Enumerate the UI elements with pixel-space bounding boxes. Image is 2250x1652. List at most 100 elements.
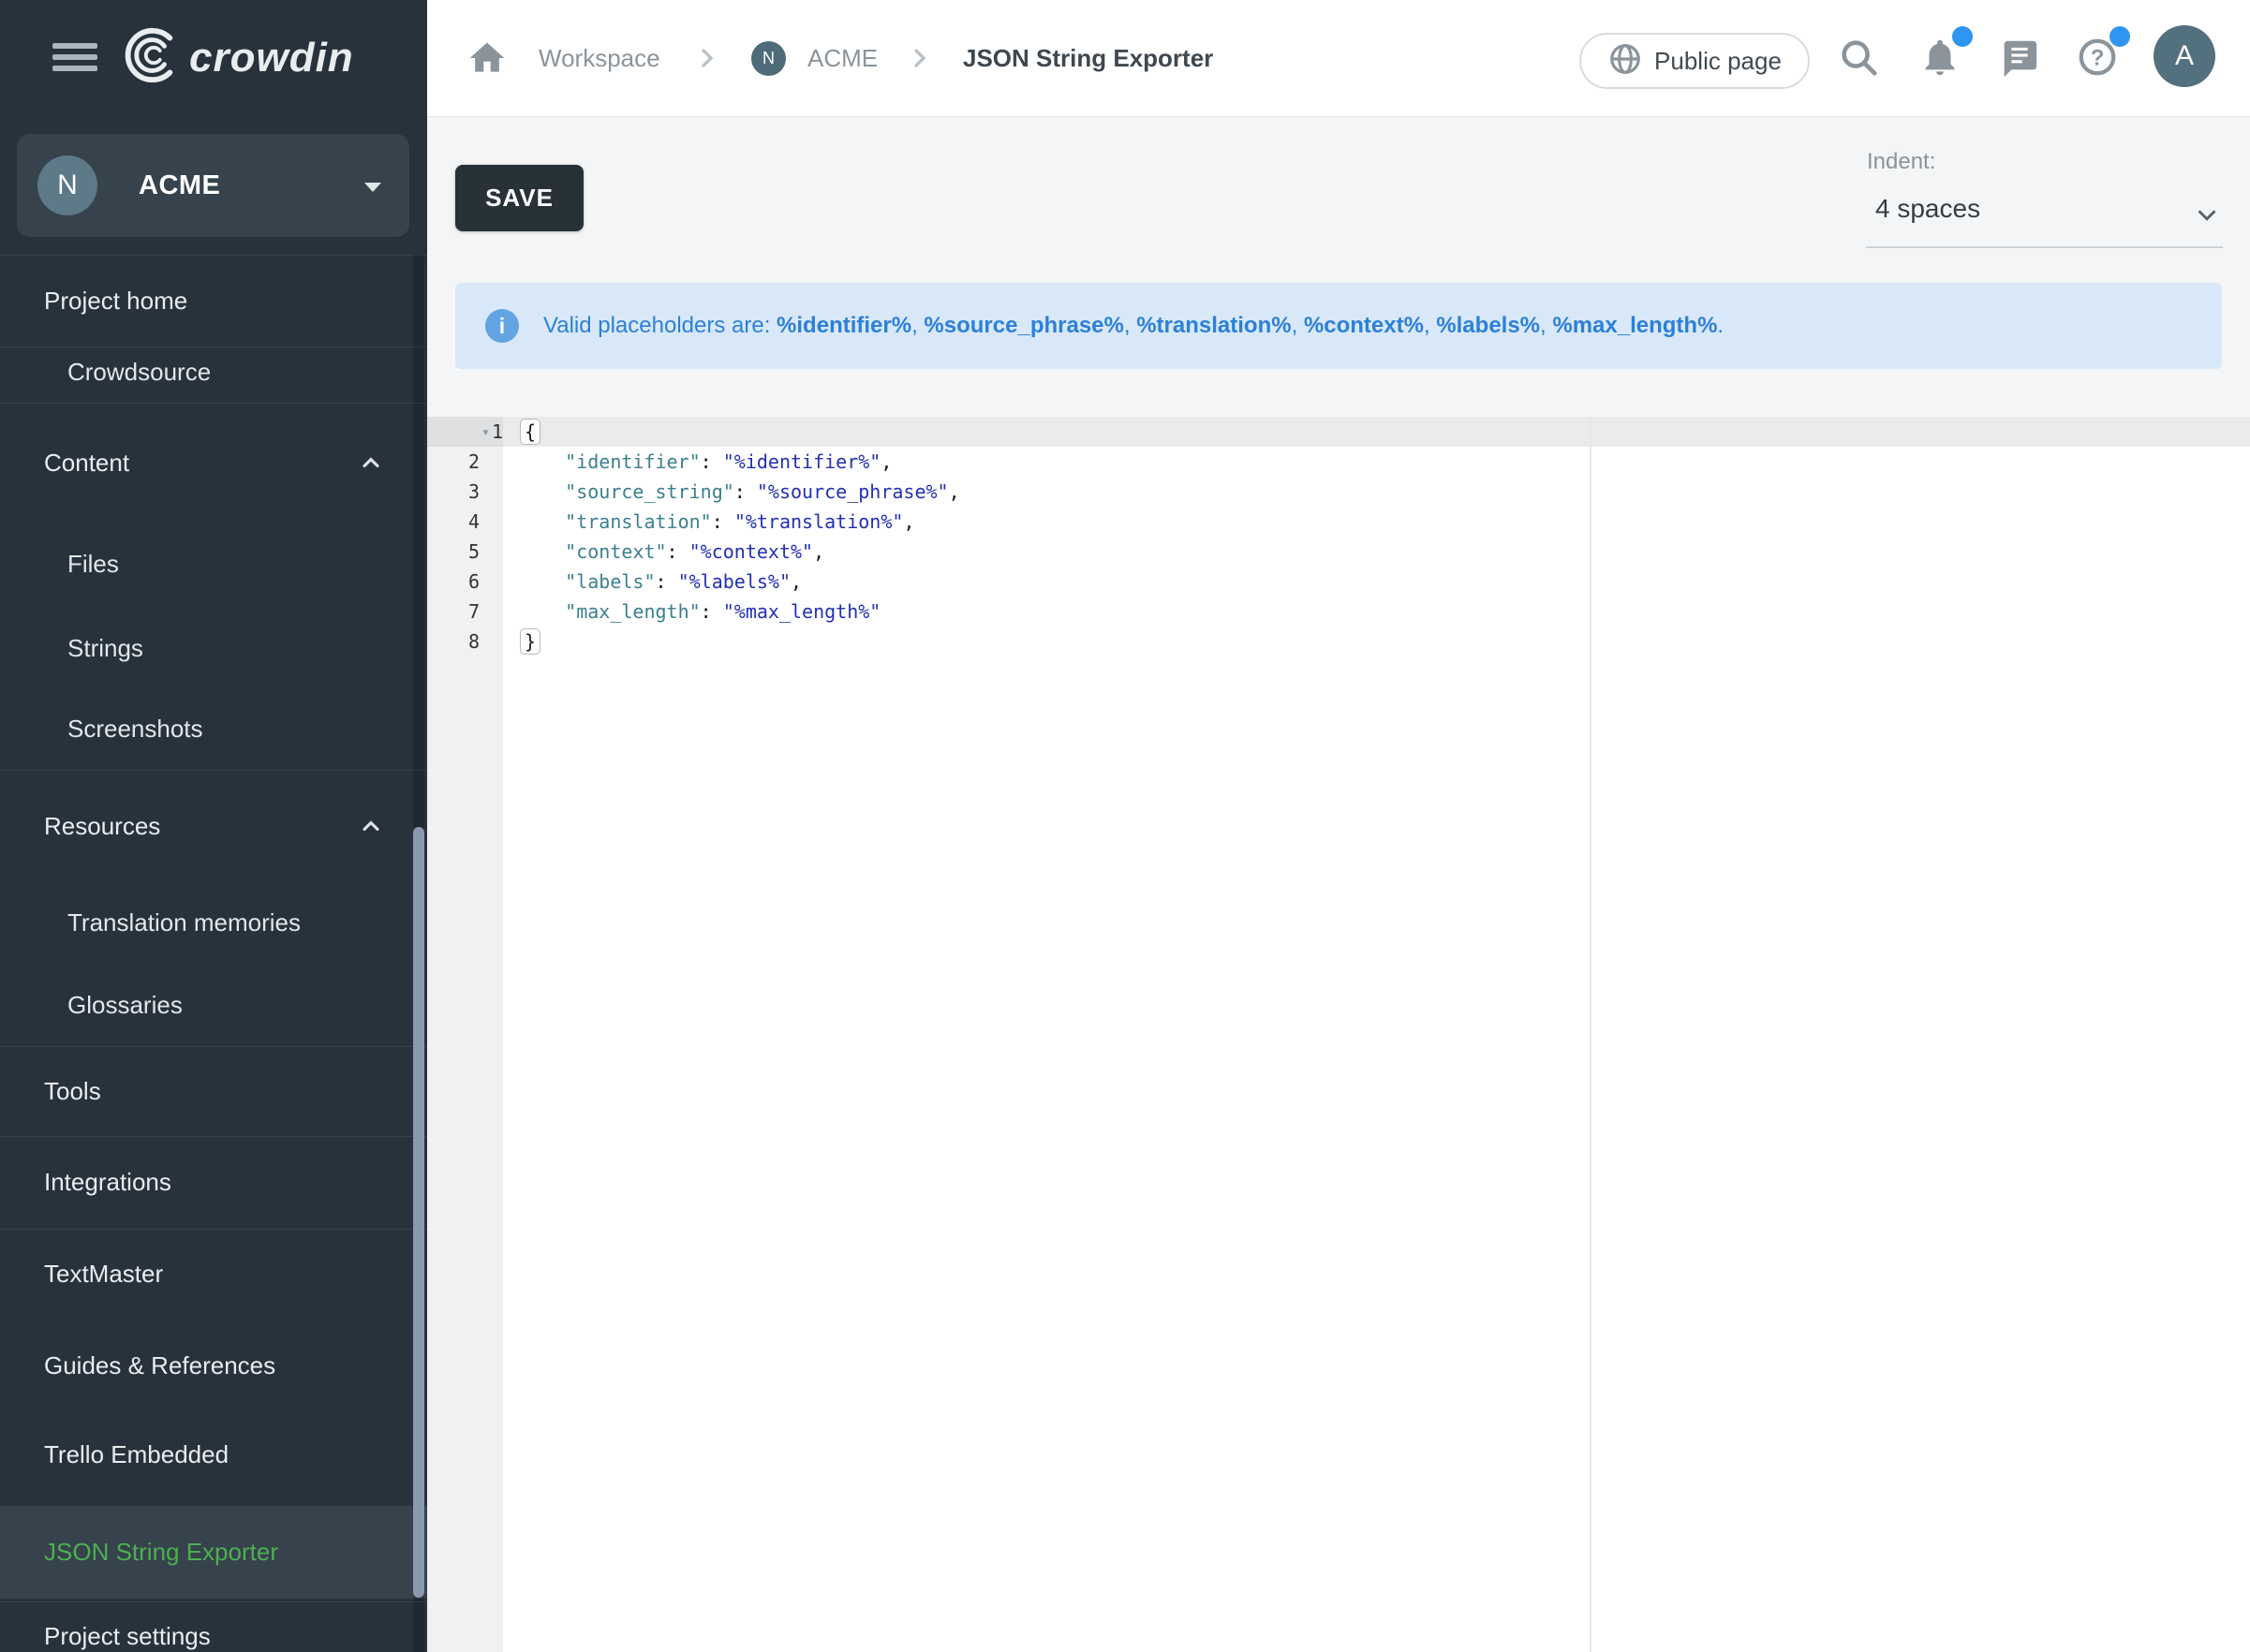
- sidebar-item-label: JSON String Exporter: [44, 1538, 278, 1567]
- sidebar-item-glossaries[interactable]: Glossaries: [0, 964, 427, 1046]
- line-number-text: 1: [451, 417, 503, 447]
- code-line: "source_string": "%source_phrase%",: [520, 477, 960, 507]
- chevron-up-icon: [358, 450, 384, 476]
- hamburger-menu-icon[interactable]: [52, 43, 97, 75]
- breadcrumb-project-avatar[interactable]: N: [751, 41, 786, 76]
- sidebar-item-crowdsource[interactable]: Crowdsource: [0, 331, 427, 413]
- sidebar-item-strings[interactable]: Strings: [0, 607, 427, 689]
- help-badge-dot: [2109, 26, 2130, 47]
- banner-separator: ,: [1424, 313, 1436, 339]
- code-token-plain: [520, 600, 565, 623]
- sidebar-item-label: Glossaries: [67, 991, 183, 1020]
- public-page-label: Public page: [1654, 47, 1782, 76]
- code-token-plain: :: [656, 570, 678, 593]
- sidebar-item-label: Tools: [44, 1077, 101, 1106]
- sidebar-item-label: Project home: [44, 287, 187, 316]
- code-token-bracket: }: [520, 628, 540, 655]
- sidebar-item-resources[interactable]: Resources: [0, 785, 427, 867]
- fold-arrow-icon[interactable]: ▾: [481, 417, 490, 447]
- sidebar-scrollbar-thumb[interactable]: [413, 827, 424, 1598]
- sidebar-item-label: Guides & References: [44, 1351, 275, 1380]
- sidebar-item-content[interactable]: Content: [0, 421, 427, 504]
- banner-placeholder: %labels%: [1436, 313, 1540, 339]
- search-icon[interactable]: [1837, 36, 1880, 79]
- line-number-text: 8: [468, 630, 480, 653]
- sidebar-item-tools[interactable]: Tools: [0, 1050, 427, 1132]
- caret-down-icon: [364, 183, 381, 192]
- line-number-text: 4: [468, 510, 480, 533]
- line-number: 4: [427, 507, 480, 537]
- sidebar-item-label: Content: [44, 449, 129, 478]
- crowdin-bird-icon: [122, 26, 180, 89]
- sidebar-item-textmaster[interactable]: TextMaster: [0, 1232, 427, 1315]
- banner-separator: ,: [1540, 313, 1552, 339]
- code-token-value: "%translation%": [734, 510, 904, 533]
- code-token-key: "source_string": [565, 480, 734, 503]
- sidebar-item-label: Trello Embedded: [44, 1440, 229, 1469]
- sidebar-header: crowdin: [0, 0, 427, 117]
- code-token-plain: :: [701, 600, 723, 623]
- code-token-plain: [520, 480, 565, 503]
- code-token-plain: [520, 570, 565, 593]
- chat-icon[interactable]: [1997, 36, 2040, 79]
- sidebar-item-label: Strings: [67, 634, 143, 663]
- globe-icon: [1607, 41, 1643, 81]
- line-number: 2: [427, 447, 480, 477]
- banner-placeholder: %source_phrase%: [924, 313, 1123, 339]
- sidebar-item-label: Crowdsource: [67, 358, 211, 387]
- sidebar-item-trello-embedded[interactable]: Trello Embedded: [0, 1413, 427, 1496]
- workspace-avatar: N: [37, 155, 97, 215]
- code-line: "max_length": "%max_length%": [520, 597, 881, 627]
- code-line: "identifier": "%identifier%",: [520, 447, 892, 477]
- crowdin-logo[interactable]: crowdin: [122, 26, 354, 89]
- line-number: 7: [427, 597, 480, 627]
- code-token-value: "%context%": [689, 540, 813, 563]
- sidebar-item-files[interactable]: Files: [0, 523, 427, 605]
- sidebar-divider: [0, 255, 427, 256]
- line-number-text: 2: [468, 450, 480, 473]
- code-editor: 1▾2345678 { "identifier": "%identifier%"…: [427, 417, 2250, 1652]
- banner-separator: .: [1717, 313, 1724, 339]
- line-number: 3: [427, 477, 480, 507]
- sidebar-item-json-string-exporter[interactable]: JSON String Exporter: [0, 1506, 427, 1599]
- code-token-key: "identifier": [565, 450, 701, 473]
- code-token-plain: :: [734, 480, 757, 503]
- line-number-text: 3: [468, 480, 480, 503]
- workspace-selector[interactable]: N ACME: [17, 134, 409, 237]
- editor-code-area[interactable]: { "identifier": "%identifier%", "source_…: [503, 417, 2250, 1652]
- code-line: "translation": "%translation%",: [520, 507, 914, 537]
- code-token-value: "%identifier%": [723, 450, 881, 473]
- breadcrumb-workspace[interactable]: Workspace: [539, 0, 660, 116]
- code-token-plain: [520, 540, 565, 563]
- indent-label: Indent:: [1867, 149, 1935, 175]
- code-token-value: "%source_phrase%": [757, 480, 949, 503]
- indent-select[interactable]: 4 spaces: [1866, 183, 2223, 248]
- sidebar-item-screenshots[interactable]: Screenshots: [0, 687, 427, 770]
- user-avatar[interactable]: A: [2154, 25, 2215, 87]
- code-token-bracket: {: [520, 419, 540, 445]
- code-line: {: [520, 417, 540, 447]
- sidebar-item-guides-references[interactable]: Guides & References: [0, 1324, 427, 1407]
- sidebar-item-project-settings[interactable]: Project settings: [0, 1595, 427, 1652]
- banner-separator: ,: [1124, 313, 1136, 339]
- home-icon[interactable]: [466, 37, 508, 83]
- sidebar-item-translation-memories[interactable]: Translation memories: [0, 881, 427, 964]
- public-page-button[interactable]: Public page: [1579, 33, 1810, 89]
- editor-gutter: 1▾2345678: [427, 417, 503, 1652]
- save-button[interactable]: SAVE: [455, 165, 584, 231]
- line-number: 1▾: [427, 417, 503, 447]
- info-icon: i: [485, 309, 519, 343]
- info-banner: i Valid placeholders are: %identifier%, …: [455, 283, 2222, 369]
- chevron-down-icon: [2193, 201, 2221, 234]
- code-token-plain: ,: [813, 540, 824, 563]
- sidebar-item-project-home[interactable]: Project home: [0, 259, 427, 342]
- banner-prefix: Valid placeholders are:: [543, 313, 777, 339]
- code-token-plain: :: [667, 540, 689, 563]
- sidebar-item-integrations[interactable]: Integrations: [0, 1141, 427, 1223]
- banner-separator: ,: [1292, 313, 1304, 339]
- breadcrumb-current-page: JSON String Exporter: [963, 0, 1213, 116]
- banner-placeholder: %context%: [1304, 313, 1424, 339]
- code-token-plain: ,: [881, 450, 892, 473]
- breadcrumb-project[interactable]: ACME: [807, 0, 878, 116]
- line-number: 5: [427, 537, 480, 567]
